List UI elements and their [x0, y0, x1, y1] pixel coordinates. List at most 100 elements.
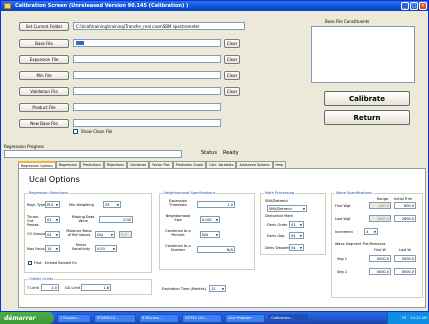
- task-hotel[interactable]: HOTEL LUC...: [182, 313, 222, 323]
- base-file-button[interactable]: Base File: [19, 39, 69, 48]
- seg2-first-field[interactable]: 0000.0: [369, 268, 391, 275]
- constituents-list[interactable]: [311, 26, 415, 83]
- t-limit-label: T Limit: [27, 286, 39, 290]
- wave-specifications-title: Wave Specifications: [335, 191, 373, 195]
- gd-limit-field[interactable]: 1.6: [81, 284, 111, 291]
- seg1-first-field[interactable]: 0000.0: [369, 255, 391, 262]
- calibrate-button[interactable]: Calibrate: [324, 91, 410, 106]
- task-calibration[interactable]: Calibration...: [268, 313, 308, 323]
- tray-language[interactable]: FR: [402, 316, 406, 320]
- first-sample-checkbox[interactable]: [28, 261, 32, 265]
- start-button[interactable]: démarrer: [0, 312, 54, 324]
- last-w-label: Last W: [399, 248, 411, 252]
- tab-factor-plot[interactable]: Factor Plot: [149, 161, 173, 168]
- moisture-value-field: 0.0: [119, 231, 132, 238]
- deriv-order-select[interactable]: 01 ▼: [289, 221, 304, 228]
- title-bar: Calibration Screen (Unreleased Version 9…: [1, 1, 428, 11]
- app-icon: [4, 3, 11, 9]
- folder-path-field[interactable]: C:\Ucal\training\training\Transfer_real …: [73, 22, 245, 30]
- status-value: Ready: [223, 150, 239, 156]
- task-microsoft[interactable]: 6 Microso...: [139, 313, 179, 323]
- seg1-last-field[interactable]: 0000.0: [394, 255, 416, 262]
- throw-out-select[interactable]: 02 ▼: [45, 216, 60, 223]
- tab-calc-variables[interactable]: Calc. Variables: [206, 161, 237, 168]
- chevron-down-icon: ▼: [55, 232, 58, 237]
- factor-sensitivity-select[interactable]: 0.03 ▼: [95, 245, 117, 252]
- validation-file-clear-button[interactable]: Clear: [224, 87, 240, 96]
- missing-data-label: Missing Data Value: [71, 215, 95, 223]
- tab-condense[interactable]: Condense: [126, 161, 150, 168]
- min-file-clear-button[interactable]: Clear: [224, 71, 240, 80]
- derivative-math-label: Derivative Math: [265, 214, 293, 218]
- tab-predictions[interactable]: Predictions: [79, 161, 104, 168]
- maximize-button[interactable]: □: [410, 2, 418, 10]
- tab-help[interactable]: Help: [272, 161, 287, 168]
- missing-data-field[interactable]: 0.00: [99, 216, 133, 223]
- first-wgt-trim-field[interactable]: 600.0: [394, 202, 416, 209]
- chevron-down-icon: ▼: [299, 233, 302, 238]
- min-file-field[interactable]: [73, 71, 221, 79]
- min-weighting-select[interactable]: 25 ▼: [103, 201, 121, 208]
- cv-groups-label: CV Groups: [27, 232, 46, 236]
- tab-regression[interactable]: Regression: [55, 161, 80, 168]
- tab-rejections[interactable]: Rejections: [103, 161, 127, 168]
- show-clean-file-checkbox[interactable]: [73, 129, 78, 134]
- t-limit-field[interactable]: 2.0: [41, 284, 59, 291]
- seg2-last-field[interactable]: 0000.0: [394, 268, 416, 275]
- deriv-smooth-label: Deriv Smooth: [265, 246, 289, 250]
- minimize-button[interactable]: _: [401, 2, 409, 10]
- task-explorer[interactable]: 2 Explora...: [57, 313, 91, 323]
- chevron-down-icon: ▼: [373, 229, 376, 234]
- regr-type-select[interactable]: PLS ▼: [45, 201, 60, 208]
- new-base-file-field[interactable]: [73, 119, 221, 127]
- first-sample-label: First - Embed Sample En: [34, 261, 77, 265]
- last-wgt-trim-field[interactable]: 2600.0: [394, 215, 416, 222]
- max-factors-select[interactable]: 15 ▼: [45, 245, 60, 252]
- window-title: Calibration Screen (Unreleased Version 9…: [15, 3, 189, 9]
- regr-type-label: Regr. Type: [27, 203, 46, 207]
- expansion-file-field[interactable]: [73, 55, 221, 63]
- set-current-folder-button[interactable]: Set Current Folder: [19, 22, 69, 31]
- first-wgt-label: First Wgt: [335, 204, 351, 208]
- expansion-threshold-field[interactable]: 1.0: [197, 201, 235, 208]
- deriv-gap-select[interactable]: 04 ▼: [289, 232, 304, 239]
- moisture-select[interactable]: Dry ▼: [95, 231, 115, 238]
- validation-file-button[interactable]: Validation File: [19, 87, 69, 96]
- condense-number-field[interactable]: N/A: [197, 246, 235, 253]
- initial-trim-label: Initial Trim: [394, 197, 413, 201]
- product-file-button[interactable]: Product File: [19, 103, 69, 112]
- panel-title: Ucal Options: [29, 175, 80, 184]
- condense-percent-select[interactable]: N/A ▼: [200, 231, 220, 238]
- cv-groups-select[interactable]: 04 ▼: [45, 231, 60, 238]
- neighborhood-size-select[interactable]: 0.001 ▼: [200, 216, 220, 223]
- expansion-file-button[interactable]: Expansion File: [19, 55, 69, 64]
- tab-advanced-options[interactable]: Advanced Options: [236, 161, 273, 168]
- deriv-smooth-select[interactable]: 04 ▼: [289, 244, 304, 251]
- show-clean-file-label: Show Clean File: [81, 129, 113, 134]
- tab-bar: Regression Options Regression Prediction…: [18, 161, 287, 168]
- new-base-file-button[interactable]: New Base File: [19, 119, 69, 128]
- condense-percent-label: Condense to a Percent: [165, 229, 191, 237]
- tab-regression-options[interactable]: Regression Options: [18, 161, 56, 168]
- base-file-clear-button[interactable]: Clear: [224, 39, 240, 48]
- min-file-button[interactable]: Min File: [19, 71, 69, 80]
- increment-select[interactable]: 4 ▼: [364, 228, 378, 235]
- tab-prediction-graph[interactable]: Prediction Graph: [172, 161, 207, 168]
- base-file-field[interactable]: [73, 39, 221, 47]
- task-ucal-program[interactable]: Ucal Program: [225, 313, 265, 323]
- expansion-file-clear-button[interactable]: Clear: [224, 55, 240, 64]
- first-w-label: First W: [374, 248, 386, 252]
- chevron-down-icon: ▼: [299, 245, 302, 250]
- task-poubelle[interactable]: POUBELLE...: [94, 313, 136, 323]
- validation-file-field[interactable]: [73, 87, 221, 95]
- chevron-down-icon: ▼: [110, 232, 113, 237]
- regression-selections-title: Regression Selections: [28, 191, 70, 195]
- chevron-down-icon: ▼: [302, 206, 305, 211]
- snv-select[interactable]: SNV/Detrend ▼: [267, 205, 307, 212]
- product-file-field[interactable]: [73, 103, 221, 111]
- moisture-label: Moisture Basis of Ref Values: [66, 229, 92, 237]
- taskbar: démarrer 2 Explora... POUBELLE... 6 Micr…: [0, 312, 429, 324]
- return-button[interactable]: Return: [324, 110, 410, 125]
- close-button[interactable]: ✕: [419, 2, 427, 10]
- expiration-select[interactable]: 12 ▼: [209, 285, 226, 292]
